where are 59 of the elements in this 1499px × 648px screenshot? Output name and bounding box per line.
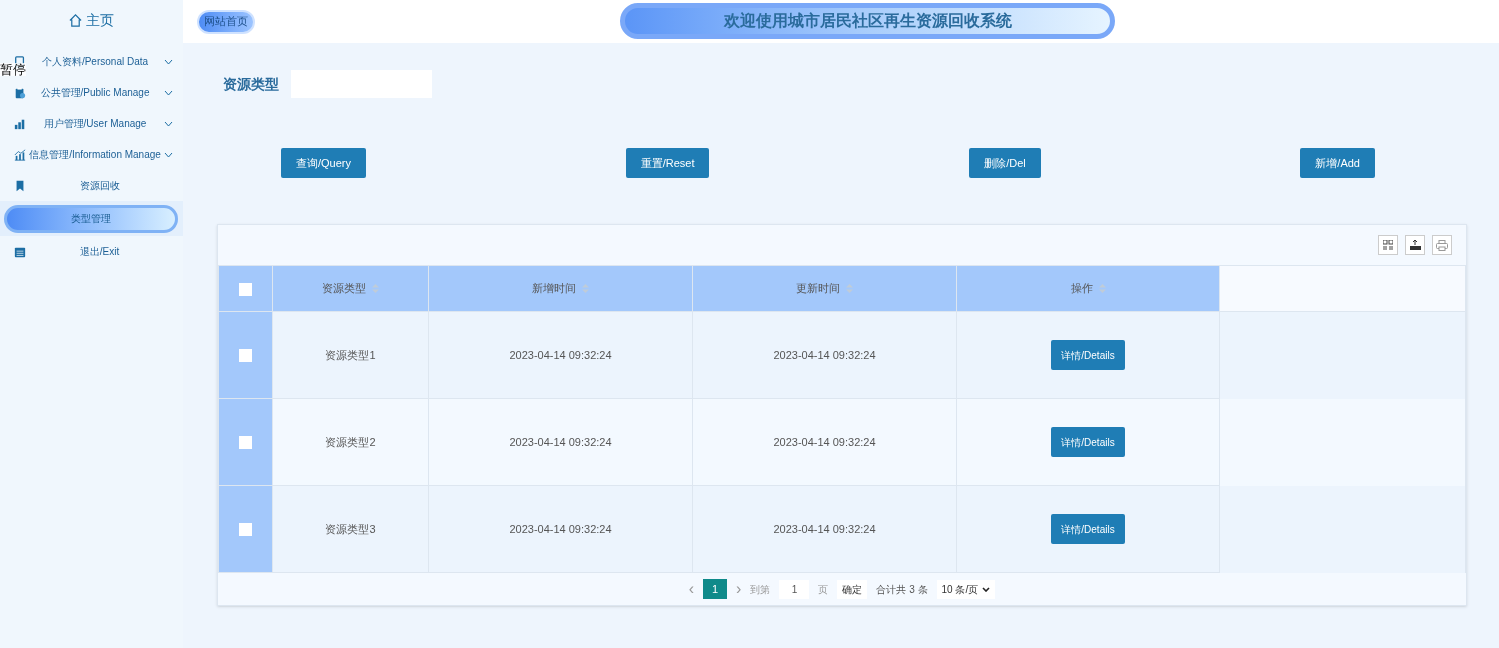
action-button[interactable]: 查询/Query	[281, 148, 366, 178]
paused-label: 暂停	[0, 63, 26, 76]
details-button[interactable]: 详情/Details	[1051, 427, 1125, 457]
table-cell: 2023-04-14 09:32:24	[773, 348, 876, 361]
search-label: 资源类型	[223, 74, 279, 94]
calendar-icon	[14, 245, 26, 258]
sidebar-item[interactable]: 信息管理/Information Manage	[26, 147, 164, 162]
table-cell: 2023-04-14 09:32:24	[509, 522, 612, 535]
page-title: 欢迎使用城市居民社区再生资源回收系统	[723, 11, 1012, 31]
bookmark-icon	[14, 179, 26, 192]
column-header[interactable]: 新增时间	[532, 280, 576, 297]
table-cell: 资源类型3	[325, 522, 376, 535]
column-header[interactable]: 操作	[1070, 280, 1093, 297]
chevron-down-icon[interactable]	[164, 58, 173, 65]
sidebar-item[interactable]: 类型管理	[4, 204, 178, 233]
clipboard-icon	[14, 86, 26, 99]
home-icon[interactable]	[69, 13, 82, 27]
details-button[interactable]: 详情/Details	[1051, 514, 1125, 544]
sidebar-item[interactable]: 用户管理/User Manage	[26, 116, 164, 131]
checkbox[interactable]	[239, 282, 252, 296]
previous-page-button[interactable]: ‹	[688, 581, 695, 597]
chevron-down-icon[interactable]	[164, 151, 173, 158]
table-cell: 2023-04-14 09:32:24	[773, 435, 876, 448]
table-cell: 资源类型2	[325, 435, 376, 448]
checkbox[interactable]	[239, 349, 252, 363]
table-cell: 2023-04-14 09:32:24	[773, 522, 876, 535]
next-page-button[interactable]: ›	[736, 581, 742, 597]
column-header[interactable]: 更新时间	[796, 280, 840, 297]
chevron-down-icon[interactable]	[164, 89, 173, 96]
line-chart-icon	[14, 148, 26, 161]
page-size-select[interactable]: 10 条/页	[936, 579, 996, 599]
goto-label: 到第	[750, 582, 771, 597]
print-icon[interactable]	[1432, 235, 1452, 255]
home-link[interactable]: 主页	[86, 9, 114, 31]
table-cell: 资源类型1	[325, 348, 376, 361]
columns-icon[interactable]	[1378, 235, 1398, 255]
confirm-button[interactable]: 确定	[837, 579, 868, 599]
page-button[interactable]: 1	[703, 579, 728, 599]
chevron-down-icon[interactable]	[164, 120, 173, 127]
sidebar-item[interactable]: 退出/Exit	[26, 244, 173, 259]
checkbox[interactable]	[239, 436, 252, 450]
table-cell: 2023-04-14 09:32:24	[509, 348, 612, 361]
bar-chart-icon	[14, 117, 26, 130]
table-cell: 2023-04-14 09:32:24	[509, 435, 612, 448]
sidebar-item[interactable]: 资源回收	[26, 178, 173, 193]
export-icon[interactable]	[1405, 235, 1425, 255]
page-unit-label: 页	[818, 582, 829, 597]
action-button[interactable]: 删除/Del	[969, 148, 1041, 178]
checkbox[interactable]	[239, 523, 252, 537]
page-input[interactable]: 1	[779, 579, 810, 599]
column-header[interactable]: 资源类型	[322, 280, 366, 297]
site-home-link[interactable]: 网站首页	[197, 9, 255, 34]
total-label: 合计共 3 条	[876, 582, 928, 597]
details-button[interactable]: 详情/Details	[1051, 340, 1125, 370]
action-button[interactable]: 重置/Reset	[625, 148, 710, 178]
action-button[interactable]: 新增/Add	[1300, 148, 1375, 178]
sidebar-item[interactable]: 公共管理/Public Manage	[26, 85, 164, 100]
sidebar-item[interactable]: 个人资料/Personal Data	[26, 54, 164, 69]
caret-icon[interactable]	[982, 586, 991, 592]
